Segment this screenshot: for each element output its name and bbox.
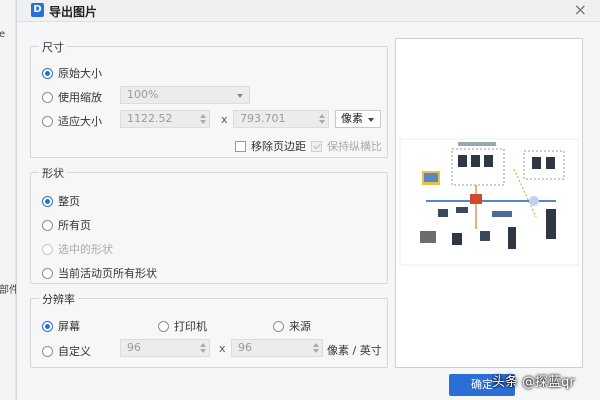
preview-pane (395, 38, 583, 368)
height-value: 793.701 (240, 112, 286, 125)
unit-value: 像素 (341, 112, 363, 125)
all-pages-option[interactable]: 所有页 (42, 217, 91, 233)
original-size-option[interactable]: 原始大小 (42, 65, 102, 81)
printer-radio[interactable] (158, 320, 169, 332)
selected-shapes-label: 选中的形状 (58, 243, 113, 256)
original-size-radio[interactable] (42, 67, 53, 79)
remove-margin-option[interactable]: 移除页边距 (235, 138, 306, 154)
scale-value: 100% (127, 88, 159, 101)
width-value: 1122.52 (127, 112, 173, 125)
size-group: 尺寸 原始大小 使用缩放 100% 适应大小 1122.52 x 793.701 (30, 39, 388, 158)
printer-label: 打印机 (174, 320, 207, 333)
source-option[interactable]: 来源 (273, 318, 311, 334)
use-scale-radio[interactable] (42, 91, 53, 103)
fit-size-option[interactable]: 适应大小 (42, 113, 102, 129)
app-logo-icon: D (31, 3, 44, 17)
spin-up-icon[interactable] (319, 114, 325, 118)
dialog-titlebar: D 导出图片 × (17, 0, 600, 22)
remove-margin-checkbox[interactable] (235, 140, 246, 152)
printer-option[interactable]: 打印机 (158, 318, 207, 334)
original-size-label: 原始大小 (58, 67, 102, 80)
dpi-unit-label: 像素 / 英寸 (327, 344, 382, 357)
spin-down-icon[interactable] (200, 349, 206, 353)
close-icon[interactable]: × (574, 0, 587, 19)
custom-label: 自定义 (58, 345, 91, 358)
keep-ratio-label: 保持纵横比 (327, 140, 382, 153)
chevron-down-icon (368, 118, 374, 122)
size-group-title: 尺寸 (39, 39, 67, 55)
background-text-fragment: e (0, 29, 6, 40)
spin-up-icon[interactable] (313, 343, 319, 347)
dpi-y-stepper[interactable]: 96 (231, 339, 323, 357)
fit-size-radio[interactable] (42, 115, 53, 127)
selected-shapes-option: 选中的形状 (42, 241, 113, 257)
selected-shapes-radio (42, 243, 53, 255)
current-page-shapes-radio[interactable] (42, 267, 53, 279)
spin-down-icon[interactable] (313, 349, 319, 353)
spin-down-icon[interactable] (200, 120, 206, 124)
dialog-title: 导出图片 (49, 5, 98, 19)
use-scale-option[interactable]: 使用缩放 (42, 89, 102, 105)
current-page-shapes-option[interactable]: 当前活动页所有形状 (42, 265, 157, 281)
fit-size-label: 适应大小 (58, 115, 102, 128)
whole-page-option[interactable]: 整页 (42, 193, 80, 209)
resolution-group: 分辨率 屏幕 打印机 来源 自定义 96 x 96 像素 / 英寸 (30, 291, 388, 368)
keep-ratio-option[interactable]: 保持纵横比 (311, 138, 382, 154)
remove-margin-label: 移除页边距 (251, 140, 306, 153)
screen-label: 屏幕 (58, 320, 80, 333)
custom-option[interactable]: 自定义 (42, 343, 91, 359)
spin-up-icon[interactable] (200, 343, 206, 347)
height-stepper[interactable]: 793.701 (233, 110, 329, 128)
diagram-preview-image (399, 138, 579, 266)
scale-dropdown[interactable]: 100% (120, 86, 250, 104)
spin-down-icon[interactable] (319, 120, 325, 124)
all-pages-radio[interactable] (42, 219, 53, 231)
whole-page-label: 整页 (58, 195, 80, 208)
export-image-dialog: D 导出图片 × 尺寸 原始大小 使用缩放 100% 适应大小 1122.52 … (16, 0, 600, 400)
background-app-strip (0, 0, 16, 400)
times-sign: x (219, 342, 226, 355)
spin-up-icon[interactable] (200, 114, 206, 118)
source-label: 来源 (289, 320, 311, 333)
watermark-text: 头条 @探蓝qr (492, 375, 575, 390)
shape-group-title: 形状 (39, 165, 67, 181)
screen-option[interactable]: 屏幕 (42, 318, 80, 334)
screen-radio[interactable] (42, 320, 53, 332)
width-stepper[interactable]: 1122.52 (120, 110, 210, 128)
whole-page-radio[interactable] (42, 195, 53, 207)
keep-ratio-checkbox[interactable] (311, 140, 322, 152)
unit-dropdown[interactable]: 像素 (335, 110, 381, 128)
source-radio[interactable] (273, 320, 284, 332)
use-scale-label: 使用缩放 (58, 91, 102, 104)
dpi-y-value: 96 (238, 341, 252, 354)
custom-radio[interactable] (42, 345, 53, 357)
times-sign: x (221, 113, 228, 126)
dpi-x-value: 96 (127, 341, 141, 354)
resolution-group-title: 分辨率 (39, 291, 78, 307)
shape-group: 形状 整页 所有页 选中的形状 当前活动页所有形状 (30, 165, 388, 284)
dpi-x-stepper[interactable]: 96 (120, 339, 210, 357)
all-pages-label: 所有页 (58, 219, 91, 232)
chevron-down-icon (237, 94, 243, 98)
current-page-shapes-label: 当前活动页所有形状 (58, 267, 157, 280)
